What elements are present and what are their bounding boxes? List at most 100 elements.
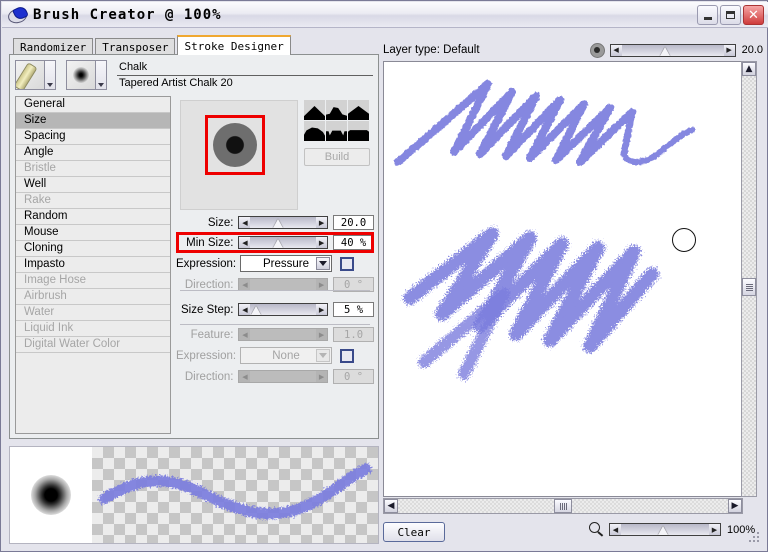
section-divider-2 [180,324,370,325]
layer-dot-icon[interactable] [590,43,605,58]
canvas-strokes [384,62,744,496]
category-item-liquid-ink: Liquid Ink [16,321,170,337]
chevron-down-icon[interactable] [316,257,330,270]
brush-variant-picker[interactable] [66,60,113,90]
feature-value: 1.0 [333,327,374,342]
magnifier-icon [589,522,604,537]
expression-row-2: Expression: None [176,346,374,365]
canvas-horizontal-scrollbar[interactable]: ◀ ▶ [383,498,743,514]
expression-invert-checkbox-2[interactable] [340,349,354,363]
category-item-spacing[interactable]: Spacing [16,129,170,145]
feature-label: Feature: [176,329,238,341]
profile-wedge-icon[interactable] [326,121,347,141]
caret-left-icon[interactable]: ◀ [239,217,250,228]
category-list[interactable]: General Size Spacing Angle Bristle Well … [15,96,171,434]
profile-medium-pointed-icon[interactable] [326,100,347,120]
brush-names: Chalk Tapered Artist Chalk 20 [117,60,373,91]
dab-preview-circle [213,123,257,167]
caret-left-icon: ◀ [239,329,250,340]
min-size-value[interactable]: 40 % [333,235,374,250]
size-step-slider[interactable]: ◀ ▶ [238,303,328,316]
category-item-size[interactable]: Size [16,113,170,129]
tab-stroke-designer[interactable]: Stroke Designer [177,35,290,55]
category-item-image-hose: Image Hose [16,273,170,289]
caret-right-icon[interactable]: ▶ [316,304,327,315]
vertical-scroll-thumb[interactable] [742,278,756,296]
size-slider[interactable]: ◀ ▶ [238,216,328,229]
close-icon: ✕ [748,9,759,22]
minimize-button[interactable] [697,5,718,25]
tab-randomizer[interactable]: Randomizer [13,38,93,55]
zoom-slider[interactable]: ◀ ▶ [609,523,721,536]
clear-button[interactable]: Clear [383,522,445,542]
title-bar: Brush Creator @ 100% ✕ [2,2,768,28]
caret-right-icon[interactable]: ▶ [709,524,720,535]
category-item-bristle: Bristle [16,161,170,177]
caret-left-icon[interactable]: ◀ [239,237,250,248]
expression-invert-checkbox-1[interactable] [340,257,354,271]
caret-right-icon[interactable]: ▶ [724,45,735,56]
left-panel: Randomizer Transposer Stroke Designer Ch… [9,37,379,439]
category-item-random[interactable]: Random [16,209,170,225]
category-item-cloning[interactable]: Cloning [16,241,170,257]
tab-transposer[interactable]: Transposer [95,38,175,55]
category-item-angle[interactable]: Angle [16,145,170,161]
size-step-value[interactable]: 5 % [333,302,374,317]
chevron-down-icon[interactable] [96,60,107,90]
layer-size-slider[interactable]: ◀ ▶ [610,44,736,57]
brush-profile-grid[interactable] [304,100,370,141]
direction-row-2: Direction: ◀ ▶ 0 ° [176,368,374,385]
caret-right-icon[interactable]: ▶ [316,237,327,248]
expression-select-1[interactable]: Pressure [240,255,332,272]
layer-type-label: Layer type: Default [383,44,480,56]
horizontal-scroll-thumb[interactable] [554,499,572,513]
category-item-general[interactable]: General [16,97,170,113]
caret-left-icon[interactable]: ◀ [239,304,250,315]
category-item-mouse[interactable]: Mouse [16,225,170,241]
close-button[interactable]: ✕ [743,5,764,25]
size-value[interactable]: 20.0 [333,215,374,230]
scroll-right-button[interactable]: ▶ [728,499,742,513]
category-item-rake: Rake [16,193,170,209]
category-item-water: Water [16,305,170,321]
direction-value-2: 0 ° [333,369,374,384]
min-size-slider[interactable]: ◀ ▶ [238,236,328,249]
category-item-impasto[interactable]: Impasto [16,257,170,273]
size-label: Size: [176,217,238,229]
caret-right-icon[interactable]: ▶ [316,217,327,228]
parameter-rows: Size: ◀ ▶ 20.0 Min Size: ◀ ▶ [176,214,374,388]
resize-grip-icon[interactable] [747,530,759,542]
min-size-row: Min Size: ◀ ▶ 40 % [176,234,374,251]
expression-row-1: Expression: Pressure [176,254,374,273]
size-row: Size: ◀ ▶ 20.0 [176,214,374,231]
brush-category-picker[interactable] [15,60,62,90]
feature-row: Feature: ◀ ▶ 1.0 [176,326,374,343]
caret-left-icon: ◀ [239,371,250,382]
size-controls-panel: Build Size: ◀ ▶ 20.0 Min Size: [176,96,374,434]
chevron-down-icon[interactable] [45,60,56,90]
maximize-icon [726,11,735,19]
brush-header: Chalk Tapered Artist Chalk 20 [15,60,373,92]
caret-left-icon: ◀ [239,279,250,290]
brush-creator-window: Brush Creator @ 100% ✕ Randomizer Transp… [0,0,768,552]
caret-left-icon[interactable]: ◀ [611,45,622,56]
canvas-vertical-scrollbar[interactable]: ▲ [741,61,757,497]
scroll-up-button[interactable]: ▲ [742,62,756,76]
dab-shape-preview [10,447,92,543]
brush-cursor-circle [672,228,696,252]
profile-flat-icon[interactable] [348,121,369,141]
caret-left-icon[interactable]: ◀ [610,524,621,535]
maximize-button[interactable] [720,5,741,25]
feature-slider: ◀ ▶ [238,328,328,341]
caret-up-icon: ▲ [746,65,753,74]
profile-angular-icon[interactable] [348,100,369,120]
category-item-well[interactable]: Well [16,177,170,193]
bottom-bar: Clear ◀ ▶ 100% [383,519,763,545]
category-item-airbrush: Airbrush [16,289,170,305]
profile-pointed-icon[interactable] [304,100,325,120]
profile-dome-icon[interactable] [304,121,325,141]
canvas-area[interactable] [383,61,745,497]
dab-preview-area [180,100,298,210]
scroll-left-button[interactable]: ◀ [384,499,398,513]
size-step-label: Size Step: [176,304,238,316]
